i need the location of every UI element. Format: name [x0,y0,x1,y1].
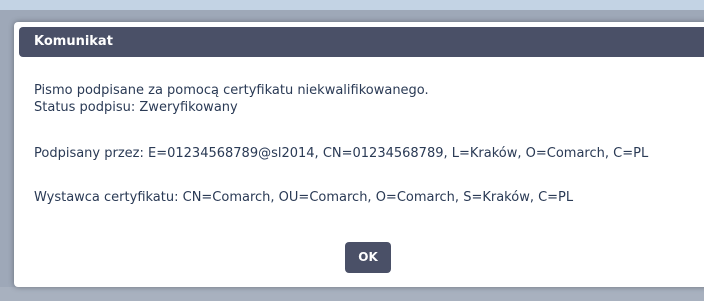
dialog-title: Komunikat [34,34,113,49]
certificate-issuer-line: Wystawca certyfikatu: CN=Comarch, OU=Com… [34,190,574,205]
signed-by-line: Podpisany przez: E=01234568789@sl2014, C… [34,146,649,161]
message-dialog: Komunikat Pismo podpisane za pomocą cert… [14,22,704,287]
dialog-titlebar: Komunikat [19,27,704,57]
signature-status-line: Status podpisu: Zweryfikowany [34,100,238,115]
signature-message-line: Pismo podpisane za pomocą certyfikatu ni… [34,83,429,98]
ok-button[interactable]: OK [345,242,391,273]
background-top-strip [0,0,704,10]
background-bottom-strip [0,287,704,301]
